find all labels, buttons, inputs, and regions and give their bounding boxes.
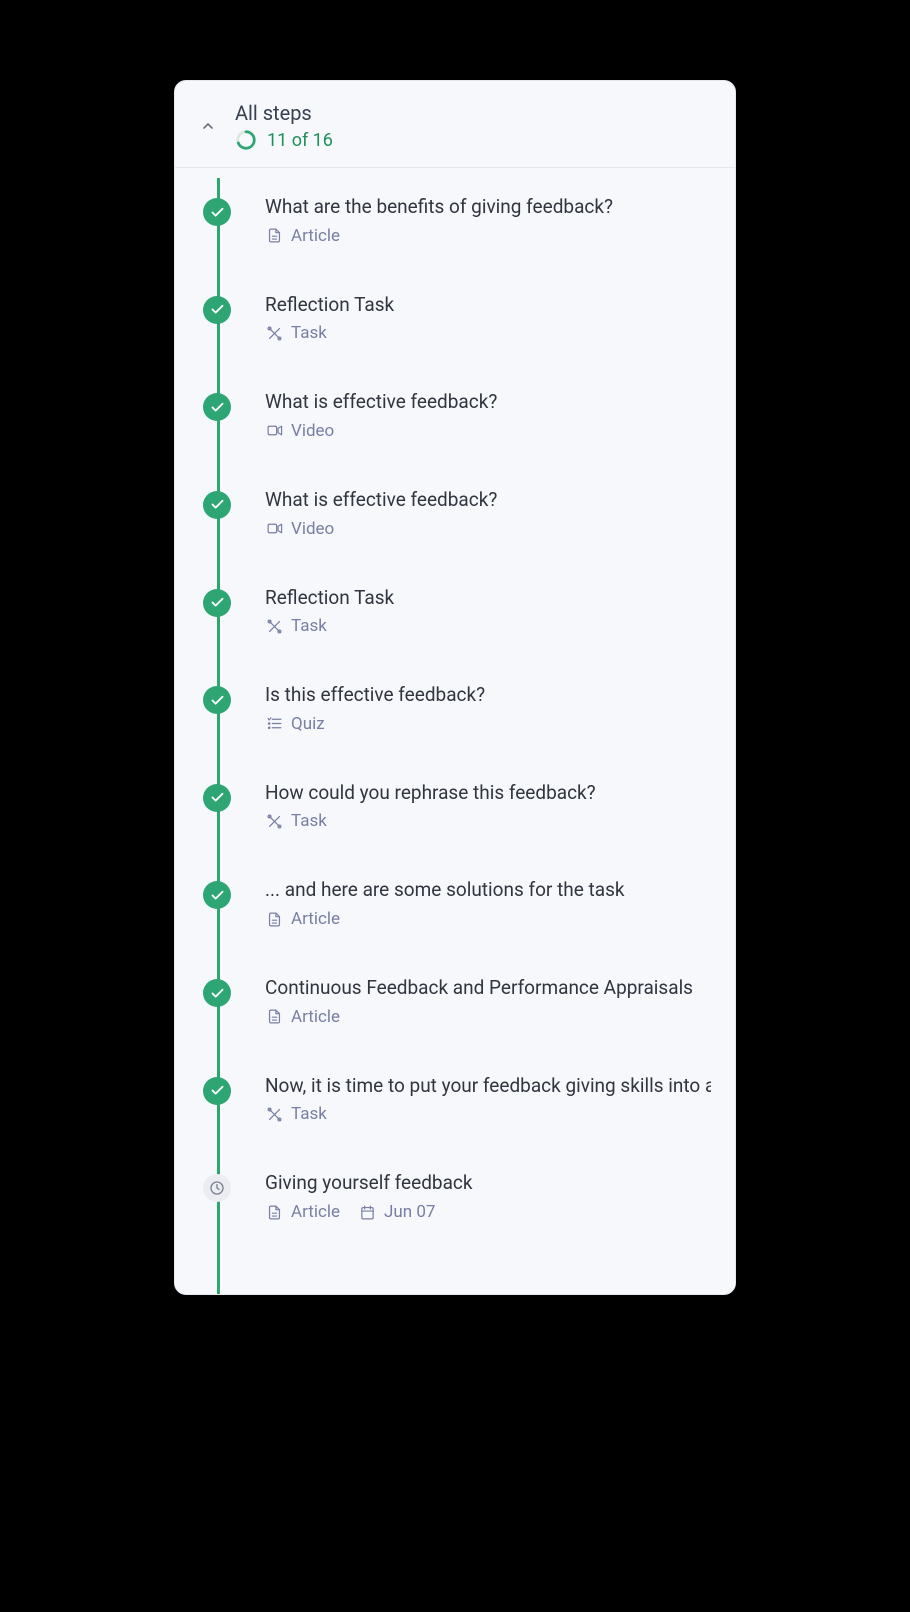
check-icon	[203, 296, 231, 324]
check-icon	[203, 979, 231, 1007]
step-type-label: Article	[291, 1007, 340, 1027]
header[interactable]: All steps 11 of 16	[175, 81, 735, 168]
tools-icon	[265, 617, 283, 635]
tools-icon	[265, 1105, 283, 1123]
step-title: Now, it is time to put your feedback giv…	[265, 1073, 711, 1099]
step-title: Reflection Task	[265, 585, 711, 611]
step-title: What is effective feedback?	[265, 389, 711, 415]
step-meta: Task	[265, 323, 711, 343]
check-icon	[203, 686, 231, 714]
step-title: Is this effective feedback?	[265, 682, 711, 708]
steps-list: What are the benefits of giving feedback…	[199, 194, 711, 1222]
timeline-line	[217, 178, 220, 1294]
step-item[interactable]: How could you rephrase this feedback? Tas…	[199, 780, 711, 832]
step-item[interactable]: Giving yourself feedback Article Jun 07	[199, 1170, 711, 1222]
header-text: All steps 11 of 16	[235, 101, 333, 151]
check-icon	[203, 1077, 231, 1105]
step-item[interactable]: Is this effective feedback? Quiz	[199, 682, 711, 734]
step-type-label: Task	[291, 1104, 327, 1124]
header-title: All steps	[235, 101, 333, 125]
step-type-label: Article	[291, 1202, 340, 1222]
progress-ring-icon	[235, 129, 257, 151]
step-type-label: Video	[291, 519, 334, 539]
tools-icon	[265, 324, 283, 342]
step-meta: Article	[265, 1007, 711, 1027]
step-title: Reflection Task	[265, 292, 711, 318]
quiz-icon	[265, 715, 283, 733]
step-title: How could you rephrase this feedback?	[265, 780, 711, 806]
step-meta: Video	[265, 519, 711, 539]
check-icon	[203, 784, 231, 812]
step-title: Giving yourself feedback	[265, 1170, 711, 1196]
step-title: ... and here are some solutions for the …	[265, 877, 711, 903]
step-type-label: Article	[291, 909, 340, 929]
progress-row: 11 of 16	[235, 129, 333, 151]
video-icon	[265, 422, 283, 440]
step-meta: Video	[265, 421, 711, 441]
document-icon	[265, 1203, 283, 1221]
step-type-label: Task	[291, 323, 327, 343]
step-meta: Quiz	[265, 714, 711, 734]
step-title: What are the benefits of giving feedback…	[265, 194, 711, 220]
step-item[interactable]: Reflection Task Task	[199, 585, 711, 637]
step-title: What is effective feedback?	[265, 487, 711, 513]
step-item[interactable]: ... and here are some solutions for the …	[199, 877, 711, 929]
step-meta: Article Jun 07	[265, 1202, 711, 1222]
step-meta: Task	[265, 616, 711, 636]
check-icon	[203, 881, 231, 909]
step-item[interactable]: Now, it is time to put your feedback giv…	[199, 1073, 711, 1125]
check-icon	[203, 393, 231, 421]
chevron-up-icon	[199, 117, 217, 135]
step-item[interactable]: What are the benefits of giving feedback…	[199, 194, 711, 246]
step-meta: Task	[265, 811, 711, 831]
step-type-label: Task	[291, 616, 327, 636]
step-item[interactable]: What is effective feedback? Video	[199, 487, 711, 539]
video-icon	[265, 520, 283, 538]
step-item[interactable]: What is effective feedback? Video	[199, 389, 711, 441]
check-icon	[203, 198, 231, 226]
step-meta: Task	[265, 1104, 711, 1124]
step-type-label: Video	[291, 421, 334, 441]
step-title: Continuous Feedback and Performance Appr…	[265, 975, 711, 1001]
document-icon	[265, 910, 283, 928]
step-type-label: Quiz	[291, 714, 325, 734]
timeline: What are the benefits of giving feedback…	[175, 168, 735, 1294]
tools-icon	[265, 812, 283, 830]
step-meta: Article	[265, 226, 711, 246]
check-icon	[203, 589, 231, 617]
step-meta: Article	[265, 909, 711, 929]
document-icon	[265, 227, 283, 245]
clock-icon	[203, 1174, 231, 1202]
check-icon	[203, 491, 231, 519]
step-type-label: Article	[291, 226, 340, 246]
step-date-label: Jun 07	[384, 1202, 435, 1222]
step-item[interactable]: Continuous Feedback and Performance Appr…	[199, 975, 711, 1027]
progress-label: 11 of 16	[267, 130, 333, 151]
step-item[interactable]: Reflection Task Task	[199, 292, 711, 344]
document-icon	[265, 1008, 283, 1026]
calendar-icon	[358, 1203, 376, 1221]
step-type-label: Task	[291, 811, 327, 831]
steps-card: All steps 11 of 16 What are the benefits…	[174, 80, 736, 1295]
